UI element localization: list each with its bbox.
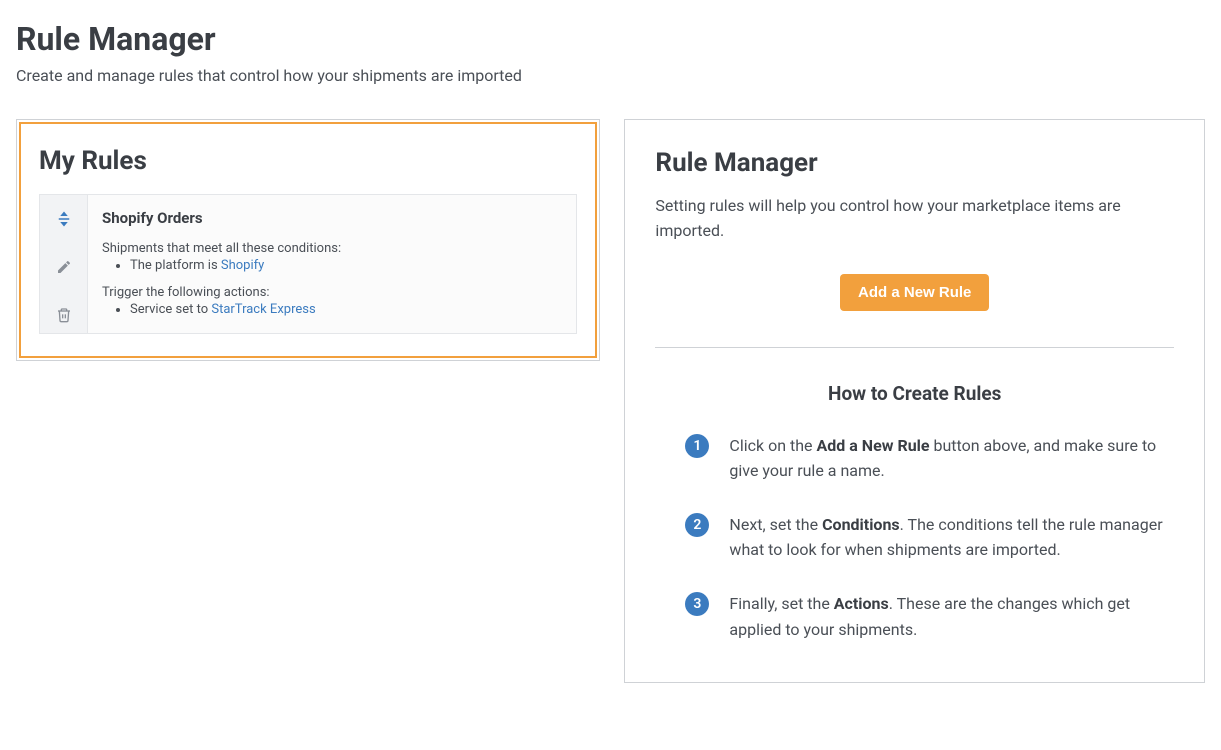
rule-manager-heading: Rule Manager [655, 148, 1174, 178]
rule-manager-description: Setting rules will help you control how … [655, 194, 1174, 244]
steps-list: 1 Click on the Add a New Rule button abo… [655, 433, 1174, 643]
rule-name: Shopify Orders [102, 209, 558, 227]
page-title: Rule Manager [16, 20, 1205, 58]
how-to-heading: How to Create Rules [655, 382, 1174, 405]
drag-handle-icon[interactable] [52, 207, 76, 231]
trash-icon[interactable] [52, 303, 76, 327]
condition-text: The platform is [130, 258, 221, 273]
step-number-badge: 1 [685, 434, 709, 458]
my-rules-panel: My Rules Shopify Orders Shipments that m [16, 119, 600, 361]
condition-item: The platform is Shopify [130, 258, 558, 273]
add-new-rule-button[interactable]: Add a New Rule [840, 274, 989, 311]
my-rules-heading: My Rules [39, 146, 577, 176]
step-item: 3 Finally, set the Actions. These are th… [685, 591, 1164, 642]
rule-card: Shopify Orders Shipments that meet all t… [39, 194, 577, 334]
action-text: Service set to [130, 302, 211, 317]
divider [655, 347, 1174, 348]
step-item: 2 Next, set the Conditions. The conditio… [685, 512, 1164, 563]
step-text: Finally, set the Actions. These are the … [729, 591, 1164, 642]
step-text: Next, set the Conditions. The conditions… [729, 512, 1164, 563]
condition-link[interactable]: Shopify [221, 258, 264, 273]
step-number-badge: 2 [685, 513, 709, 537]
page-subtitle: Create and manage rules that control how… [16, 66, 1205, 85]
step-item: 1 Click on the Add a New Rule button abo… [685, 433, 1164, 484]
rule-handle-column [40, 195, 88, 333]
actions-label: Trigger the following actions: [102, 285, 558, 300]
action-link[interactable]: StarTrack Express [211, 302, 315, 317]
step-text: Click on the Add a New Rule button above… [729, 433, 1164, 484]
edit-icon[interactable] [52, 255, 76, 279]
conditions-label: Shipments that meet all these conditions… [102, 241, 558, 256]
rule-manager-panel: Rule Manager Setting rules will help you… [624, 119, 1205, 683]
action-item: Service set to StarTrack Express [130, 302, 558, 317]
step-number-badge: 3 [685, 592, 709, 616]
